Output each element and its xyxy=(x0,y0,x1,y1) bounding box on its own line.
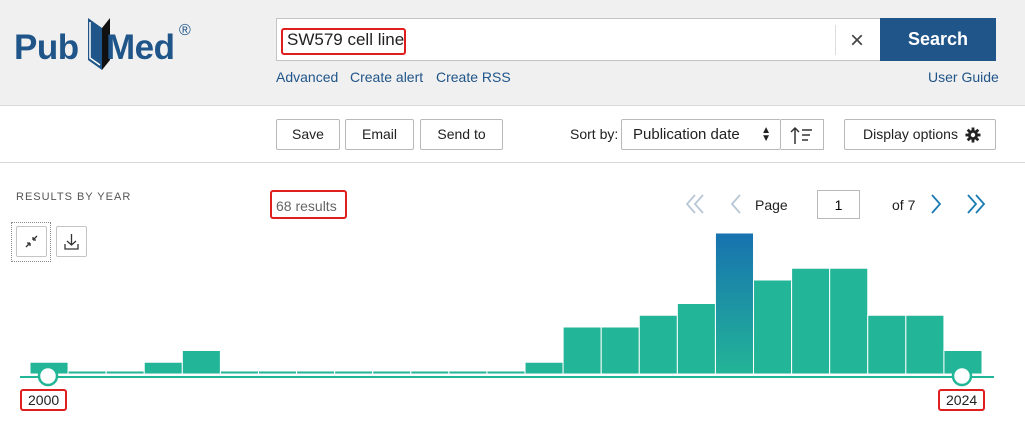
download-chart-button[interactable] xyxy=(56,226,87,257)
sort-order-icon xyxy=(790,126,812,144)
toolbar-divider xyxy=(0,162,1025,163)
year-bar-2020[interactable] xyxy=(791,267,831,375)
year-bar-2019[interactable] xyxy=(753,279,793,375)
search-separator xyxy=(835,25,836,55)
sort-caret-icon: ▲ ▼ xyxy=(761,125,771,144)
search-box: × xyxy=(276,18,880,61)
results-count-highlight xyxy=(270,190,347,219)
send-to-button[interactable]: Send to xyxy=(420,119,503,150)
year-bar-2024[interactable] xyxy=(943,350,983,375)
year-bar-2008[interactable] xyxy=(334,370,374,375)
year-bar-2017[interactable] xyxy=(676,303,716,375)
logo-text-pub: Pub xyxy=(14,28,79,67)
page-label: Page xyxy=(755,197,788,213)
year-bar-2021[interactable] xyxy=(829,267,869,375)
clear-search-icon[interactable]: × xyxy=(843,27,871,55)
previous-page-icon[interactable] xyxy=(728,190,744,218)
year-bar-2000[interactable] xyxy=(29,361,69,375)
year-bar-2001[interactable] xyxy=(67,370,107,375)
first-page-icon[interactable] xyxy=(684,190,706,218)
year-bar-2016[interactable] xyxy=(638,314,678,375)
sort-by-label: Sort by: xyxy=(570,126,619,142)
year-bar-2018[interactable] xyxy=(714,232,755,375)
range-end-year: 2024 xyxy=(938,389,986,411)
save-button[interactable]: Save xyxy=(276,119,340,150)
range-start-year: 2000 xyxy=(20,389,68,411)
year-bar-2010[interactable] xyxy=(410,370,450,375)
year-bar-2014[interactable] xyxy=(562,326,602,375)
year-bar-2009[interactable] xyxy=(372,370,412,375)
gear-icon xyxy=(965,127,981,143)
sort-select-value: Publication date xyxy=(633,126,740,143)
year-bar-2006[interactable] xyxy=(257,370,298,375)
year-bar-2015[interactable] xyxy=(600,326,640,375)
advanced-link[interactable]: Advanced xyxy=(276,69,338,85)
sort-select[interactable]: Publication date ▲ ▼ xyxy=(621,119,781,150)
email-button[interactable]: Email xyxy=(345,119,414,150)
year-bar-2007[interactable] xyxy=(296,370,336,375)
year-bar-2023[interactable] xyxy=(905,314,945,375)
last-page-icon[interactable] xyxy=(965,190,987,218)
display-options-button[interactable]: Display options xyxy=(844,119,996,150)
sort-direction-button[interactable] xyxy=(781,119,824,150)
download-icon xyxy=(64,234,79,250)
year-bar-2005[interactable] xyxy=(219,370,259,375)
page-number-input[interactable] xyxy=(817,190,860,219)
registered-mark: ® xyxy=(179,22,191,39)
year-bar-2012[interactable] xyxy=(486,370,526,375)
header: Pub Med ® × Search Advanced Create alert… xyxy=(0,0,1025,106)
results-by-year-label: RESULTS BY YEAR xyxy=(16,191,132,203)
collapse-icon xyxy=(25,235,38,248)
year-bar-2002[interactable] xyxy=(105,370,145,375)
range-end-handle[interactable] xyxy=(951,365,973,387)
pubmed-logo[interactable]: Pub Med ® xyxy=(14,12,199,82)
create-alert-link[interactable]: Create alert xyxy=(350,69,423,85)
year-bar-2003[interactable] xyxy=(143,361,183,375)
next-page-icon[interactable] xyxy=(928,190,944,218)
create-rss-link[interactable]: Create RSS xyxy=(436,69,511,85)
year-bar-2022[interactable] xyxy=(867,314,907,375)
user-guide-link[interactable]: User Guide xyxy=(928,69,999,85)
year-bar-2004[interactable] xyxy=(181,350,221,375)
collapse-chart-button[interactable] xyxy=(16,226,47,257)
display-options-label: Display options xyxy=(863,126,958,142)
year-bar-2013[interactable] xyxy=(524,361,564,375)
search-input[interactable] xyxy=(283,28,823,52)
logo-text-med: Med xyxy=(106,28,175,67)
search-button[interactable]: Search xyxy=(880,18,996,61)
page-of-total: of 7 xyxy=(892,197,916,213)
year-bar-2011[interactable] xyxy=(448,370,488,375)
range-start-handle[interactable] xyxy=(37,365,59,387)
